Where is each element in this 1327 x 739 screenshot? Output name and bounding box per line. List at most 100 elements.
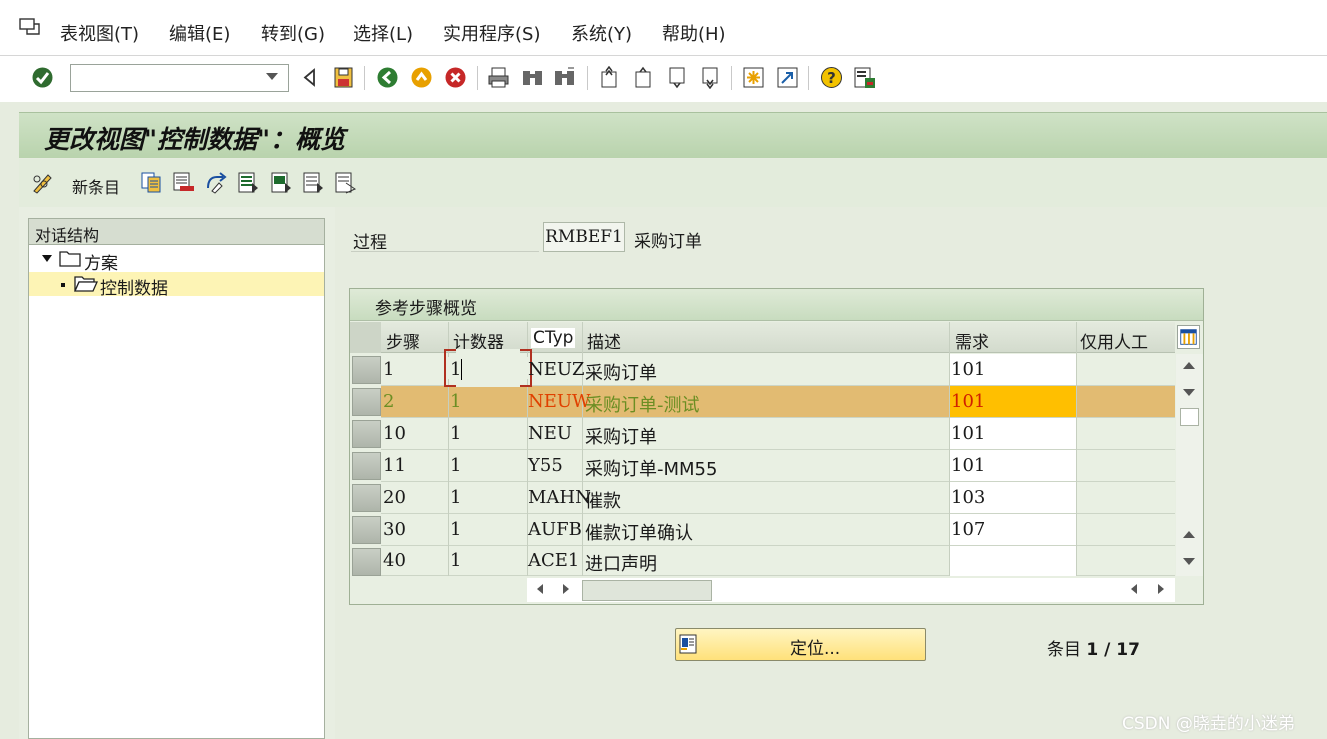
previous-page-icon[interactable] xyxy=(632,66,655,89)
cell-counter[interactable]: 1 xyxy=(450,519,461,540)
cell-counter[interactable]: 1 xyxy=(450,455,461,476)
column-divider xyxy=(1076,322,1077,576)
menu-help[interactable]: 帮助(H) xyxy=(662,20,726,46)
cell-step: 11 xyxy=(383,455,406,476)
toolbar-separator xyxy=(587,66,588,90)
customize-layout-icon[interactable] xyxy=(853,66,876,89)
column-header-ctyp[interactable]: CTyp xyxy=(531,328,576,348)
print-icon[interactable] xyxy=(487,66,510,89)
deselect-all-icon[interactable] xyxy=(302,171,325,194)
help-icon[interactable]: ? xyxy=(820,66,843,89)
scroll-up-icon[interactable] xyxy=(1183,362,1195,369)
scroll-column-right-icon[interactable] xyxy=(1158,584,1164,594)
cell-counter[interactable]: 1 xyxy=(450,550,461,571)
cell-counter[interactable]: 1 xyxy=(450,487,461,508)
scroll-thumb[interactable] xyxy=(1180,408,1199,426)
tree-item-control-data[interactable]: 控制数据 xyxy=(100,274,168,299)
column-header-requirement[interactable]: 需求 xyxy=(955,328,989,353)
open-folder-icon xyxy=(74,276,98,292)
next-page-icon[interactable] xyxy=(666,66,689,89)
expand-arrow-icon[interactable] xyxy=(42,255,52,262)
create-session-icon[interactable] xyxy=(742,66,765,89)
cell-description: 采购订单 xyxy=(585,363,657,384)
table-settings-icon[interactable] xyxy=(1177,325,1200,349)
cell-requirement[interactable]: 101 xyxy=(951,391,985,412)
cell-counter[interactable]: 1 xyxy=(450,423,461,444)
command-field[interactable] xyxy=(70,64,289,92)
tree-header-label: 对话结构 xyxy=(35,226,100,245)
locate-button-label: 定位... xyxy=(790,639,841,659)
row-selector[interactable] xyxy=(352,388,381,416)
menu-goto[interactable]: 转到(G) xyxy=(261,20,325,46)
dialog-structure-tree xyxy=(28,218,325,739)
cell-requirement[interactable]: 107 xyxy=(951,519,985,540)
cell-requirement[interactable]: 103 xyxy=(951,487,985,508)
first-page-icon[interactable] xyxy=(598,66,621,89)
menu-edit[interactable]: 编辑(E) xyxy=(169,20,230,46)
entries-label: 条目 xyxy=(1047,640,1081,660)
row-selector[interactable] xyxy=(352,516,381,544)
row-selector[interactable] xyxy=(352,452,381,480)
last-page-icon[interactable] xyxy=(699,66,722,89)
scroll-column-left-icon[interactable] xyxy=(1131,584,1137,594)
save-icon[interactable] xyxy=(332,66,355,89)
exit-icon[interactable] xyxy=(410,66,433,89)
menu-icon[interactable] xyxy=(19,18,41,36)
scroll-page-down-icon[interactable] xyxy=(1183,558,1195,565)
toolbar-separator xyxy=(364,66,365,90)
find-next-icon[interactable] xyxy=(553,66,576,89)
back-icon[interactable] xyxy=(376,66,399,89)
copy-as-icon[interactable] xyxy=(140,171,163,194)
column-header-manual-only[interactable]: 仅用人工 xyxy=(1080,328,1148,353)
back-arrow-icon[interactable] xyxy=(298,66,321,89)
vertical-scrollbar[interactable] xyxy=(1176,354,1203,576)
enter-check-icon[interactable] xyxy=(31,66,54,89)
delete-icon[interactable] xyxy=(172,171,195,194)
cell-counter[interactable]: 1 xyxy=(450,391,461,412)
cell-step: 30 xyxy=(383,519,406,540)
scroll-page-up-icon[interactable] xyxy=(1183,531,1195,538)
chevron-down-icon[interactable] xyxy=(266,73,278,80)
toolbar-separator xyxy=(477,66,478,90)
select-all-icon[interactable] xyxy=(237,171,260,194)
cancel-icon[interactable] xyxy=(444,66,467,89)
menu-select[interactable]: 选择(L) xyxy=(353,20,413,46)
shortcut-icon[interactable] xyxy=(776,66,799,89)
process-label: 过程 xyxy=(353,233,387,253)
cell-ctyp: NEUZ xyxy=(528,359,585,380)
horizontal-scroll-thumb[interactable] xyxy=(582,580,712,601)
menu-system[interactable]: 系统(Y) xyxy=(571,20,632,46)
cell-counter[interactable]: 1 xyxy=(450,359,461,380)
print-view-icon[interactable] xyxy=(334,171,357,194)
menu-utilities[interactable]: 实用程序(S) xyxy=(443,20,540,46)
process-field: RMBEF1 xyxy=(543,222,625,252)
column-header-step[interactable]: 步骤 xyxy=(386,328,420,353)
glasses-pencil-icon[interactable] xyxy=(31,171,54,194)
new-entries-button[interactable]: 新条目 xyxy=(72,174,120,198)
row-selector[interactable] xyxy=(352,484,381,512)
find-icon[interactable] xyxy=(521,66,544,89)
cell-description: 催款 xyxy=(585,491,621,512)
cell-step: 40 xyxy=(383,550,406,571)
cell-step: 20 xyxy=(383,487,406,508)
row-selector[interactable] xyxy=(352,356,381,384)
row-selector[interactable] xyxy=(352,548,381,576)
cell-description: 采购订单-测试 xyxy=(585,395,700,416)
scroll-down-icon[interactable] xyxy=(1183,389,1195,396)
undo-change-icon[interactable] xyxy=(205,171,228,194)
select-block-icon[interactable] xyxy=(270,171,293,194)
column-header-description[interactable]: 描述 xyxy=(587,328,621,353)
row-selector[interactable] xyxy=(352,420,381,448)
cell-ctyp: Y55 xyxy=(528,455,563,476)
requirement-input[interactable] xyxy=(950,546,1076,576)
cell-requirement[interactable]: 101 xyxy=(951,455,985,476)
menu-table-view[interactable]: 表视图(T) xyxy=(60,20,139,46)
scroll-left-icon[interactable] xyxy=(537,584,543,594)
cell-requirement[interactable]: 101 xyxy=(951,359,985,380)
select-all-rows-button[interactable] xyxy=(350,322,381,353)
toolbar-separator xyxy=(731,66,732,90)
tree-item-scheme[interactable]: 方案 xyxy=(84,249,118,274)
cell-ctyp: ACE1 xyxy=(528,550,580,571)
scroll-right-icon[interactable] xyxy=(563,584,569,594)
cell-requirement[interactable]: 101 xyxy=(951,423,985,444)
